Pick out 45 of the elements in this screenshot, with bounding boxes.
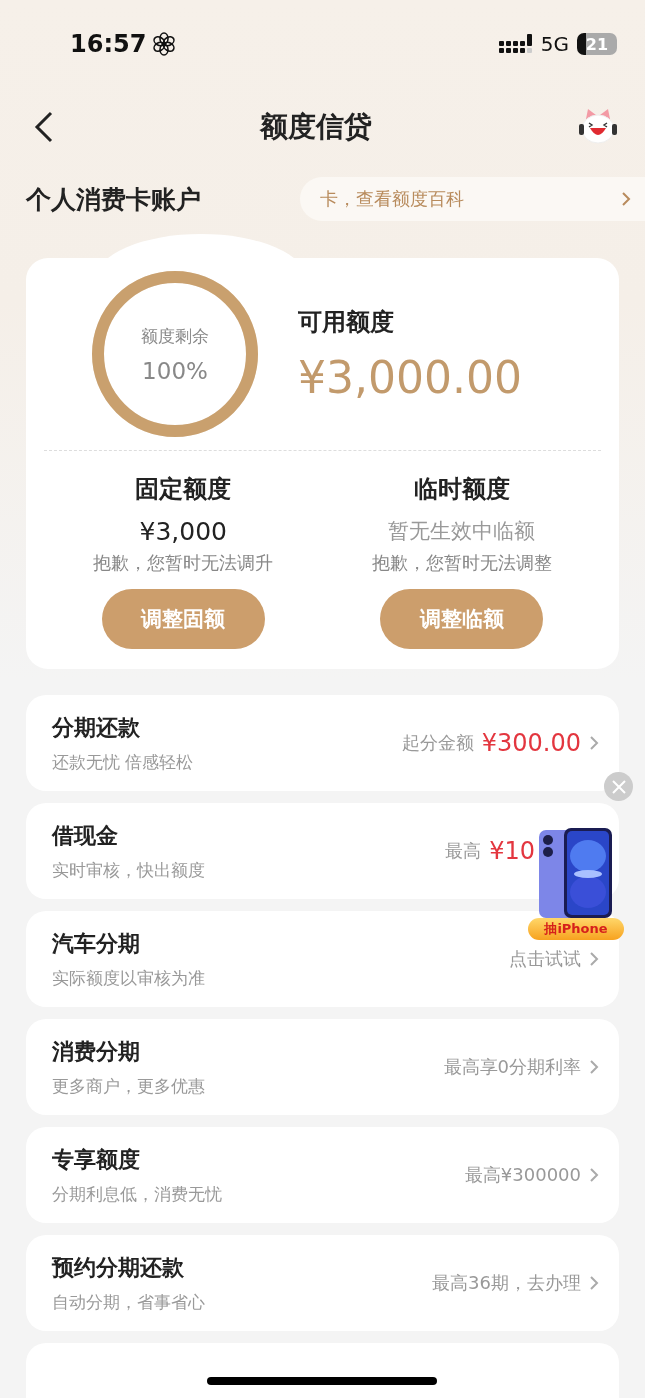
ring-label: 额度剩余 xyxy=(141,324,209,348)
service-item[interactable]: 分期还款 还款无忧 倍感轻松 起分金额 ¥300.00 xyxy=(26,695,619,791)
available-amount: ¥3,000.00 xyxy=(298,351,522,403)
page-title: 额度信贷 xyxy=(259,109,372,145)
service-title: 借现金 xyxy=(52,821,118,850)
limit-title: 临时额度 xyxy=(413,474,510,505)
service-item[interactable]: 预约分期还款 自动分期，省事省心 最高36期，去办理 xyxy=(26,1235,619,1331)
service-hint: 点击试试 xyxy=(509,947,581,971)
close-icon xyxy=(611,779,626,794)
limit-title: 固定额度 xyxy=(135,474,232,505)
section-title: 个人消费卡账户 xyxy=(26,183,201,216)
limit-note: 抱歉，您暂时无法调整 xyxy=(371,551,552,575)
service-item[interactable]: 消费分期 更多商户，更多优惠 最高享0分期利率 xyxy=(26,1019,619,1115)
service-title: 消费分期 xyxy=(52,1037,140,1066)
limit-note: 抱歉，您暂时无法调升 xyxy=(93,551,274,575)
service-hint: 起分金额 xyxy=(401,731,474,755)
service-subtitle: 分期利息低，消费无忧 xyxy=(52,1182,222,1206)
service-subtitle: 还款无忧 倍感轻松 xyxy=(52,750,194,774)
back-icon[interactable] xyxy=(34,111,54,143)
service-subtitle: 更多商户，更多优惠 xyxy=(52,1074,205,1098)
chevron-icon xyxy=(621,191,631,207)
service-amount: ¥10 xyxy=(489,837,535,865)
signal-icon xyxy=(498,33,533,55)
service-subtitle: 实际额度以审核为准 xyxy=(52,966,205,990)
service-title: 预约分期还款 xyxy=(52,1253,184,1282)
limit-value: ¥3,000 xyxy=(139,517,227,547)
service-item[interactable]: 专享额度 分期利息低，消费无忧 最高¥300000 xyxy=(26,1127,619,1223)
service-item[interactable]: 借现金 实时审核，快出额度 最高 ¥10 xyxy=(26,803,619,899)
battery-indicator: 21 xyxy=(577,33,617,55)
service-hint: 最高36期，去办理 xyxy=(432,1271,581,1295)
service-hint: 最高 xyxy=(445,839,482,863)
service-subtitle: 自动分期，省事省心 xyxy=(52,1290,205,1314)
service-title: 汽车分期 xyxy=(52,929,140,958)
service-title: 专享额度 xyxy=(52,1145,140,1174)
service-hint: 最高¥300000 xyxy=(464,1163,581,1187)
available-label: 可用额度 xyxy=(298,306,394,338)
flower-icon xyxy=(152,32,177,56)
clock: 16:57 xyxy=(70,30,147,58)
service-amount: ¥300.00 xyxy=(481,729,581,757)
limit-value: 暂无生效中临额 xyxy=(388,518,536,545)
network-label: 5G xyxy=(540,32,569,56)
service-subtitle: 实时审核，快出额度 xyxy=(52,858,205,882)
ring-percent: 100% xyxy=(142,357,208,384)
service-title: 分期还款 xyxy=(52,713,140,742)
service-hint: 最高享0分期利率 xyxy=(443,1055,581,1079)
